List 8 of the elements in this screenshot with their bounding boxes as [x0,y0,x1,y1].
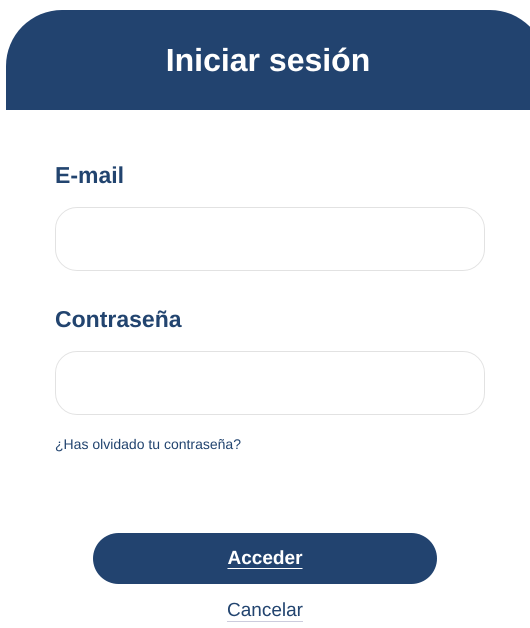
input-field[interactable] [55,207,485,271]
input-field[interactable] [55,351,485,415]
cancel-link[interactable]: Cancelar [226,600,304,622]
field-label: Contraseña [55,305,183,334]
field-label: E-mail [55,161,126,190]
page-title: Iniciar sesión [166,42,370,78]
submit-button[interactable]: Acceder [93,533,437,584]
forgot-password-link[interactable]: ¿Has olvidado tu contraseña? [55,435,241,453]
